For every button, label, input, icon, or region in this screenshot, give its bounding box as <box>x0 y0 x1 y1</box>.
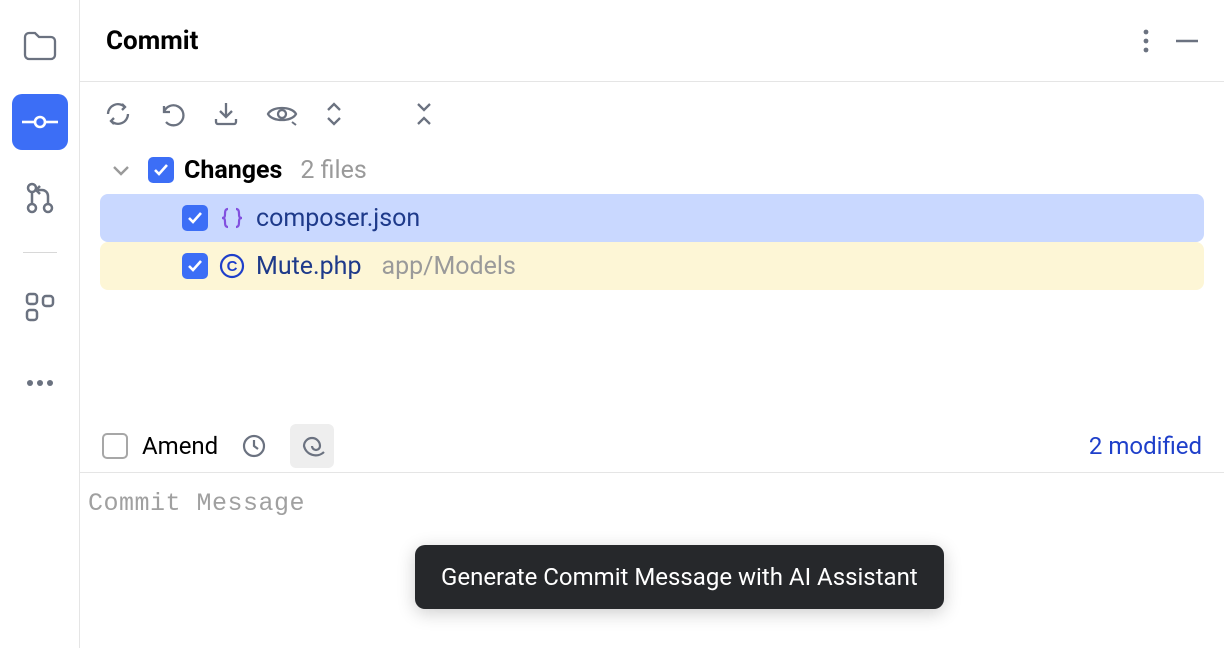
shelve-icon <box>212 100 240 128</box>
panel-title: Commit <box>106 26 198 56</box>
collapse-all-button[interactable] <box>414 100 434 128</box>
collapse-icon <box>414 100 434 128</box>
main-panel: Commit <box>80 0 1224 648</box>
minimize-icon <box>1176 39 1198 43</box>
commit-node-icon <box>20 114 60 130</box>
changes-tree: Changes 2 files composer.json <box>80 142 1224 290</box>
shelve-button[interactable] <box>212 100 240 128</box>
preview-button[interactable] <box>266 102 298 126</box>
file-path: app/Models <box>381 252 515 281</box>
expand-all-button[interactable] <box>324 100 344 128</box>
history-button[interactable] <box>232 424 276 468</box>
chevron-down-icon[interactable] <box>112 164 130 176</box>
structure-icon <box>25 292 55 322</box>
commit-message-placeholder: Commit Message <box>88 489 305 518</box>
history-icon <box>241 433 267 459</box>
refresh-icon <box>104 100 132 128</box>
more-horizontal-icon <box>25 379 55 387</box>
changes-count: 2 files <box>300 156 366 185</box>
sidebar-folder[interactable] <box>12 18 68 74</box>
ai-generate-button[interactable] <box>290 424 334 468</box>
sidebar-merge[interactable] <box>12 170 68 226</box>
pull-request-icon <box>24 182 56 214</box>
header-more-button[interactable] <box>1142 28 1150 54</box>
more-vertical-icon <box>1142 28 1150 54</box>
file-checkbox[interactable] <box>182 205 208 231</box>
tooltip-text: Generate Commit Message with AI Assistan… <box>441 563 918 591</box>
left-sidebar <box>0 0 80 648</box>
json-file-icon <box>218 204 246 232</box>
sidebar-commit[interactable] <box>12 94 68 150</box>
commit-toolbar <box>80 82 1224 142</box>
ai-spiral-icon <box>298 432 326 460</box>
sidebar-divider <box>23 252 57 253</box>
changes-header[interactable]: Changes 2 files <box>100 146 1204 194</box>
folder-icon <box>23 31 57 61</box>
file-row-mute[interactable]: C Mute.php app/Models <box>100 242 1204 290</box>
rollback-button[interactable] <box>158 100 186 128</box>
panel-header: Commit <box>80 0 1224 82</box>
file-name: Mute.php <box>256 252 361 281</box>
amend-label: Amend <box>142 432 218 460</box>
file-name: composer.json <box>256 204 420 233</box>
amend-bar: Amend 2 modified <box>80 420 1224 472</box>
header-actions <box>1142 28 1198 54</box>
sidebar-structure[interactable] <box>12 279 68 335</box>
rollback-icon <box>158 100 186 128</box>
eye-icon <box>266 102 298 126</box>
modified-count[interactable]: 2 modified <box>1089 432 1202 460</box>
refresh-button[interactable] <box>104 100 132 128</box>
sidebar-more[interactable] <box>12 355 68 411</box>
svg-text:C: C <box>227 258 238 275</box>
changes-checkbox[interactable] <box>148 157 174 183</box>
ai-tooltip: Generate Commit Message with AI Assistan… <box>415 545 944 609</box>
file-row-composer[interactable]: composer.json <box>100 194 1204 242</box>
expand-icon <box>324 100 344 128</box>
file-checkbox[interactable] <box>182 253 208 279</box>
changes-label: Changes <box>184 156 282 185</box>
class-file-icon: C <box>218 252 246 280</box>
header-minimize-button[interactable] <box>1176 39 1198 43</box>
amend-checkbox[interactable] <box>102 433 128 459</box>
